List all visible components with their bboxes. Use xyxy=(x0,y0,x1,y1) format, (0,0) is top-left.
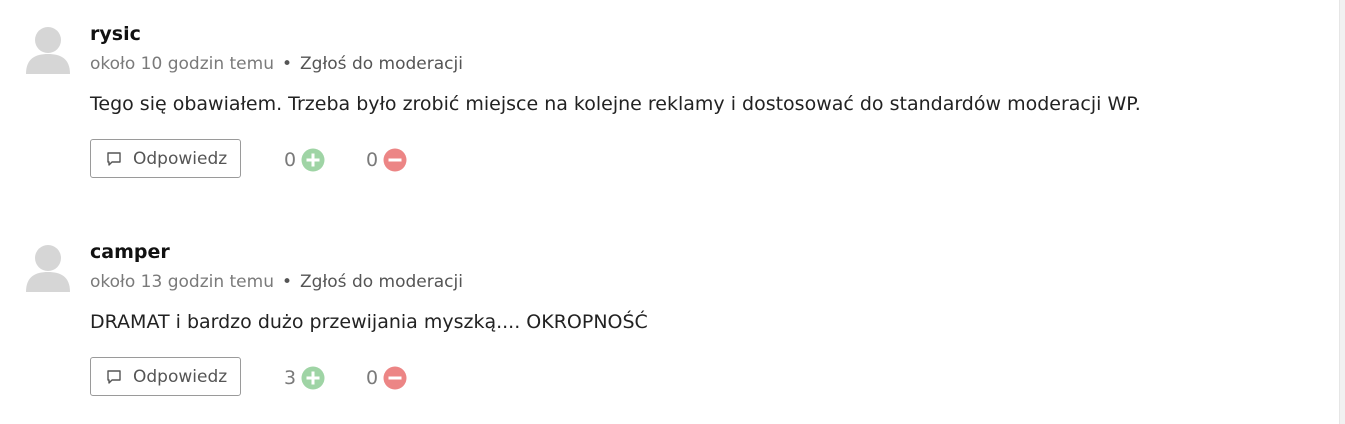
user-silhouette-icon xyxy=(26,27,70,74)
minus-circle-icon xyxy=(383,366,407,390)
comment-meta: około 10 godzin temu • Zgłoś do moderacji xyxy=(90,53,463,75)
comment: camper około 13 godzin temu • Zgłoś do mod… xyxy=(0,218,1330,398)
reply-button[interactable]: Odpowiedz xyxy=(90,357,241,396)
report-link[interactable]: Zgłoś do moderacji xyxy=(300,54,463,74)
downvote-count: 0 xyxy=(366,367,379,389)
meta-separator: • xyxy=(281,272,293,292)
comment-time: około 13 godzin temu xyxy=(90,272,274,292)
comment-author: rysic xyxy=(90,23,141,45)
minus-circle-icon xyxy=(383,148,407,172)
comment-meta: około 13 godzin temu • Zgłoś do moderacji xyxy=(90,271,463,293)
downvote-count: 0 xyxy=(366,149,379,171)
upvote-button[interactable]: 0 xyxy=(284,148,325,172)
upvote-button[interactable]: 3 xyxy=(284,366,325,390)
downvote-button[interactable]: 0 xyxy=(366,148,407,172)
comment-author: camper xyxy=(90,241,170,263)
reply-button[interactable]: Odpowiedz xyxy=(90,139,241,178)
comment-text: Tego się obawiałem. Trzeba było zrobić m… xyxy=(90,93,1141,115)
comment-time: około 10 godzin temu xyxy=(90,54,274,74)
user-silhouette-icon xyxy=(26,245,70,292)
plus-circle-icon xyxy=(301,366,325,390)
report-link[interactable]: Zgłoś do moderacji xyxy=(300,272,463,292)
reply-button-label: Odpowiedz xyxy=(133,366,228,387)
comment-text: DRAMAT i bardzo dużo przewijania myszką.… xyxy=(90,311,648,333)
reply-button-label: Odpowiedz xyxy=(133,148,228,169)
speech-bubble-icon xyxy=(107,151,121,166)
upvote-count: 3 xyxy=(284,367,297,389)
speech-bubble-icon xyxy=(107,369,121,384)
plus-circle-icon xyxy=(301,148,325,172)
downvote-button[interactable]: 0 xyxy=(366,366,407,390)
upvote-count: 0 xyxy=(284,149,297,171)
comment: rysic około 10 godzin temu • Zgłoś do mode… xyxy=(0,0,1330,180)
scrollbar[interactable] xyxy=(1339,0,1345,424)
meta-separator: • xyxy=(281,54,293,74)
